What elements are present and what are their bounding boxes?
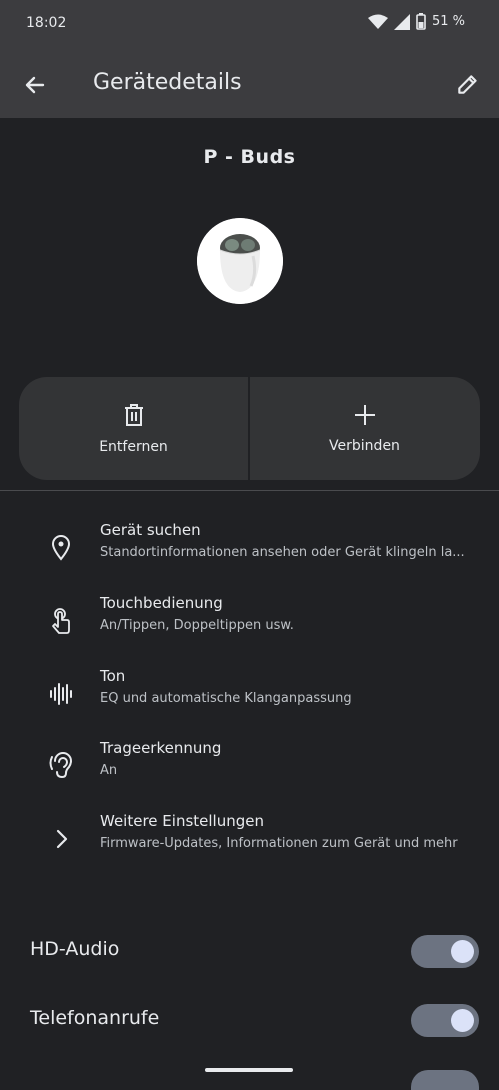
status-icons: 51 % [367,13,465,30]
phone-calls-switch[interactable] [411,1004,479,1037]
signal-icon [393,13,410,30]
remove-button[interactable]: Entfernen [19,377,248,480]
connect-button[interactable]: Verbinden [250,377,479,480]
list-item-more-settings[interactable]: Weitere Einstellungen Firmware-Updates, … [0,812,499,872]
list-item-title: Gerät suchen [100,521,201,539]
switch-knob [451,940,474,963]
toggle-row-hd-audio: HD-Audio [0,926,499,976]
list-item-title: Weitere Einstellungen [100,812,264,830]
toggle-label: Telefonanrufe [30,1007,160,1029]
device-image [197,218,283,304]
list-item-find-device[interactable]: Gerät suchen Standortinformationen anseh… [0,521,499,581]
device-actions: Entfernen Verbinden [19,377,480,480]
list-item-sound[interactable]: Ton EQ und automatische Klanganpassung [0,667,499,727]
list-item-touch-controls[interactable]: Touchbedienung An/Tippen, Doppeltippen u… [0,594,499,654]
touch-gesture-icon [52,608,70,634]
partial-switch[interactable] [411,1070,479,1090]
arrow-back-icon [25,76,45,94]
status-bar: 18:02 51 % [0,0,499,50]
earbuds-case-image [197,218,283,304]
toggle-label: HD-Audio [30,938,120,960]
pencil-icon [458,75,477,94]
page-title: Gerätedetails [93,70,242,95]
ear-detection-icon [49,752,73,779]
list-item-subtitle: An [100,763,118,778]
remove-label: Entfernen [99,438,168,455]
list-item-subtitle: An/Tippen, Doppeltippen usw. [100,618,294,633]
battery-percent: 51 % [431,14,465,29]
list-item-title: Ton [100,667,126,685]
toggle-row-phone-calls: Telefonanrufe [0,995,499,1045]
list-item-title: Trageerkennung [100,739,222,757]
list-item-wear-detection[interactable]: Trageerkennung An [0,739,499,799]
divider [0,490,499,491]
wifi-icon [367,14,388,29]
battery-icon [416,13,426,30]
location-pin-icon [51,535,71,561]
status-time: 18:02 [26,15,67,31]
list-item-subtitle: EQ und automatische Klanganpassung [100,691,352,706]
gesture-nav-handle[interactable] [205,1068,293,1072]
back-button[interactable] [20,70,50,100]
list-item-subtitle: Firmware-Updates, Informationen zum Gerä… [100,836,458,851]
plus-icon [354,404,375,425]
connect-label: Verbinden [329,437,400,454]
edit-name-button[interactable] [453,69,483,99]
trash-icon [124,403,143,426]
list-item-title: Touchbedienung [100,594,223,612]
chevron-right-icon [56,829,68,849]
switch-knob [451,1009,474,1032]
sound-wave-icon [50,683,72,705]
list-item-subtitle: Standortinformationen ansehen oder Gerät… [100,545,465,560]
app-bar: Gerätedetails [0,50,499,118]
hd-audio-switch[interactable] [411,935,479,968]
device-name: P - Buds [203,146,296,168]
